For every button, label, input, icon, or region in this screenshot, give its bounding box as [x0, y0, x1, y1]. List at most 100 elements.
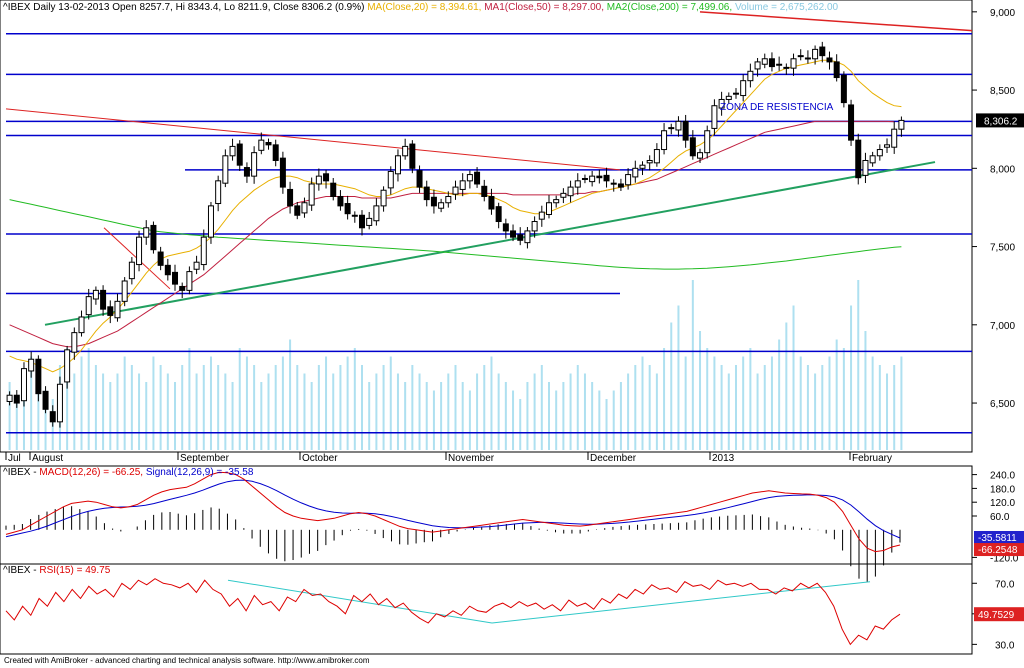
ma20-label: MA(Close,20) = 8,394.61,: [367, 2, 482, 13]
candle-body: [574, 180, 581, 188]
volume-bar: [677, 305, 680, 450]
macd-header: ^IBEX - MACD(12,26) = -66.25, Signal(12,…: [3, 467, 253, 478]
candle-body: [833, 61, 840, 79]
candle-body: [193, 261, 200, 270]
rsi-tick-label: 30.0: [995, 640, 1015, 651]
candle-body: [373, 205, 380, 222]
candle-body: [28, 358, 35, 372]
date-tick-label: November: [448, 453, 495, 464]
candle-body: [164, 264, 171, 276]
volume-bar: [231, 382, 234, 450]
volume-bar: [497, 373, 500, 450]
macd-header-symbol: ^IBEX -: [3, 467, 37, 478]
candle-body: [812, 48, 819, 60]
candle-body: [632, 167, 639, 178]
candle-body: [49, 411, 56, 423]
rsi-panel-frame: [0, 563, 973, 655]
price-header-info: Daily 13-02-2013 Open 8257.7, Hi 8343.4,…: [33, 2, 365, 13]
candle-body: [114, 300, 121, 319]
volume-bar: [634, 365, 637, 450]
volume-bar: [260, 382, 263, 450]
candle-body: [136, 236, 143, 266]
volume-bar: [404, 382, 407, 450]
volume-bar: [828, 356, 831, 450]
volume-bar: [224, 373, 227, 450]
macd-last-label: -66.2548: [978, 545, 1018, 556]
date-axis: Jul August September October November Decembe…: [5, 452, 892, 464]
candle-body: [481, 185, 488, 197]
candle-body: [884, 144, 891, 148]
volume-bar: [504, 382, 507, 450]
volume-bar: [440, 382, 443, 450]
candle-body: [430, 196, 437, 207]
candle-body: [409, 143, 416, 169]
candle-body: [891, 128, 898, 148]
volume-bar: [353, 348, 356, 450]
volume-bar: [893, 365, 896, 450]
rsi-header-symbol: ^IBEX -: [3, 565, 37, 576]
volume-bar: [368, 382, 371, 450]
price-tick-label: 8,000: [990, 164, 1015, 175]
price-header-symbol: ^IBEX: [3, 2, 31, 13]
candle-body: [668, 127, 675, 130]
volume-bar: [547, 382, 550, 450]
volume-bar: [814, 373, 817, 450]
candle-body: [380, 189, 387, 207]
volume-bar: [878, 365, 881, 450]
volume-bar: [871, 356, 874, 450]
volume-bar: [857, 280, 860, 450]
candle-body: [545, 202, 552, 215]
ma200-label: MA2(Close,200) = 7,499.06,: [606, 2, 733, 13]
candle-body: [35, 358, 42, 395]
price-tick-label: 8,500: [990, 86, 1015, 97]
date-tick-label: August: [32, 453, 63, 464]
rsi-tick-label: 70.0: [995, 579, 1015, 590]
volume-bar: [281, 356, 284, 450]
candle-body: [56, 383, 63, 423]
candle-body: [323, 173, 330, 182]
volume-bar: [116, 373, 119, 450]
volume-bar: [576, 365, 579, 450]
candle-body: [157, 251, 164, 266]
ma50-label: MA1(Close,50) = 8,297.00,: [484, 2, 605, 13]
candle-body: [553, 199, 560, 204]
volume-bar: [332, 373, 335, 450]
rsi-label: RSI(15) = 49.75: [39, 565, 111, 576]
macd-tick-label: 180.0: [990, 484, 1015, 495]
volume-bar: [821, 365, 824, 450]
volume-bar: [317, 365, 320, 450]
candle-body: [445, 195, 452, 204]
candle-body: [315, 175, 322, 185]
volume-bar: [598, 390, 601, 450]
volume-bar: [734, 365, 737, 450]
date-tick-label: December: [590, 453, 637, 464]
volume-bar: [375, 373, 378, 450]
candle-body: [524, 230, 531, 244]
volume-bar: [432, 390, 435, 450]
rsi-last-label: 49.7529: [978, 610, 1015, 621]
candle-body: [121, 280, 128, 302]
volume-bar: [303, 373, 306, 450]
volume-bar: [512, 390, 515, 450]
volume-bar: [627, 373, 630, 450]
candle-body: [646, 159, 653, 164]
volume-bar: [490, 356, 493, 450]
candle-body: [783, 66, 790, 69]
volume-bar: [418, 373, 421, 450]
volume-bar: [706, 348, 709, 450]
candle-body: [711, 105, 718, 129]
volume-bar: [310, 382, 313, 450]
candle-body: [653, 149, 660, 164]
candle-body: [725, 95, 732, 100]
candle-body: [848, 104, 855, 141]
volume-bar: [339, 365, 342, 450]
price-header: ^IBEX Daily 13-02-2013 Open 8257.7, Hi 8…: [3, 2, 838, 13]
date-tick-label: 2013: [712, 453, 735, 464]
candle-body: [423, 186, 430, 201]
candle-body: [301, 202, 308, 214]
candle-body: [251, 152, 258, 177]
volume-bar: [727, 373, 730, 450]
volume-bar: [785, 322, 788, 450]
candle-body: [215, 180, 222, 205]
candle-body: [675, 120, 682, 131]
